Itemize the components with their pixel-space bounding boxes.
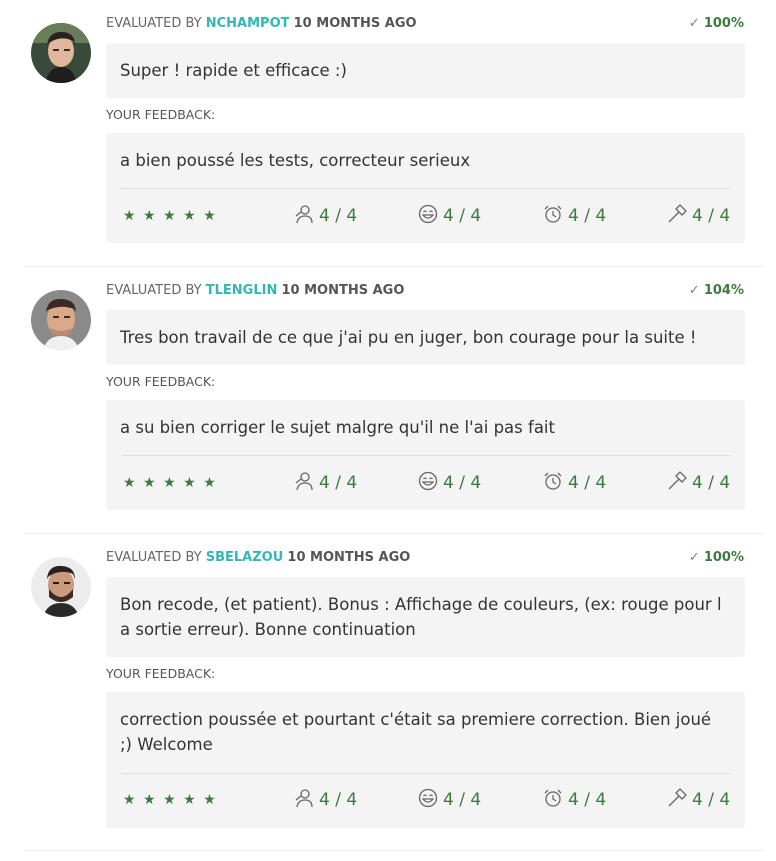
person-icon: [295, 472, 313, 491]
person-icon: [295, 789, 313, 808]
rating-friendly: 4 / 4: [418, 788, 481, 812]
evaluator-comment: Bon recode, (et patient). Bonus : Affich…: [106, 577, 745, 657]
rating-punctual-value: 4 / 4: [568, 206, 607, 226]
final-mark: ✓ 104%: [689, 283, 744, 299]
rating-punctual: 4 / 4: [543, 788, 606, 812]
rating-rigorous: 4 / 4: [667, 204, 730, 228]
your-feedback-label: YOUR FEEDBACK:: [106, 666, 216, 681]
rating-nice-value: 4 / 4: [319, 206, 358, 226]
check-circle-icon: ✓: [688, 283, 700, 298]
final-mark-value: 100%: [703, 16, 744, 31]
rating-friendly-value: 4 / 4: [443, 473, 482, 493]
star-rating: ★★★★★: [123, 792, 224, 808]
evaluator-comment: Super ! rapide et efficace :): [106, 43, 745, 98]
star-rating: ★★★★★: [123, 208, 224, 224]
evaluator-comment: Tres bon travail de ce que j'ai pu en ju…: [106, 310, 745, 365]
final-mark-value: 104%: [703, 283, 744, 298]
rating-rigorous: 4 / 4: [667, 788, 730, 812]
rating-rigorous-value: 4 / 4: [692, 473, 731, 493]
your-feedback-label: YOUR FEEDBACK:: [106, 107, 216, 122]
feedback-box: correction poussée et pourtant c'était s…: [106, 692, 745, 828]
avatar[interactable]: [31, 23, 91, 83]
evaluator-login-link[interactable]: NCHAMPOT: [206, 16, 290, 31]
check-circle-icon: ✓: [688, 16, 700, 31]
feedback-ratings: ★★★★★ 4 / 4 4 / 4 4 / 4 4 / 4: [106, 204, 745, 228]
feedback-text: correction poussée et pourtant c'était s…: [120, 710, 712, 754]
feedback-ratings: ★★★★★ 4 / 4 4 / 4 4 / 4 4 / 4: [106, 471, 745, 495]
your-feedback-label: YOUR FEEDBACK:: [106, 374, 216, 389]
evaluation-header: EVALUATED BY TLENGLIN 10 MONTHS AGO: [106, 283, 746, 299]
rating-rigorous-value: 4 / 4: [692, 790, 731, 810]
evaluation-header: EVALUATED BY SBELAZOU 10 MONTHS AGO: [106, 550, 746, 566]
rating-punctual: 4 / 4: [543, 204, 606, 228]
feedback-text: a su bien corriger le sujet malgre qu'il…: [120, 418, 555, 437]
rating-punctual: 4 / 4: [543, 471, 606, 495]
evaluator-login-link[interactable]: TLENGLIN: [206, 283, 278, 298]
evaluation-time: 10 MONTHS AGO: [287, 550, 411, 565]
alarm-clock-icon: [544, 789, 562, 807]
rating-punctual-value: 4 / 4: [568, 473, 607, 493]
hammer-icon: [668, 471, 687, 490]
evaluated-by-label: EVALUATED BY: [106, 283, 202, 298]
avatar[interactable]: [31, 290, 91, 350]
rating-friendly-value: 4 / 4: [443, 206, 482, 226]
hammer-icon: [668, 204, 687, 223]
feedback-text: a bien poussé les tests, correcteur seri…: [120, 151, 471, 170]
rating-friendly: 4 / 4: [418, 471, 481, 495]
rating-nice: 4 / 4: [294, 788, 357, 812]
evaluated-by-label: EVALUATED BY: [106, 550, 202, 565]
check-circle-icon: ✓: [688, 550, 700, 565]
evaluator-comment-text: Tres bon travail de ce que j'ai pu en ju…: [120, 328, 697, 347]
evaluator-comment-text: Super ! rapide et efficace :): [120, 61, 347, 80]
divider: [24, 850, 764, 851]
final-mark-value: 100%: [703, 550, 744, 565]
smiley-icon: [418, 471, 438, 491]
divider: [121, 455, 730, 456]
rating-nice: 4 / 4: [294, 204, 357, 228]
evaluated-by-label: EVALUATED BY: [106, 16, 202, 31]
rating-rigorous: 4 / 4: [667, 471, 730, 495]
evaluation-card: EVALUATED BY TLENGLIN 10 MONTHS AGO ✓ 104…: [0, 267, 776, 533]
rating-friendly: 4 / 4: [418, 204, 481, 228]
alarm-clock-icon: [544, 205, 562, 223]
final-mark: ✓ 100%: [689, 16, 744, 32]
person-icon: [295, 205, 313, 224]
rating-punctual-value: 4 / 4: [568, 790, 607, 810]
rating-rigorous-value: 4 / 4: [692, 206, 731, 226]
avatar[interactable]: [31, 557, 91, 617]
smiley-icon: [418, 204, 438, 224]
feedback-box: a su bien corriger le sujet malgre qu'il…: [106, 400, 745, 510]
smiley-icon: [418, 788, 438, 808]
evaluator-login-link[interactable]: SBELAZOU: [206, 550, 284, 565]
rating-nice-value: 4 / 4: [319, 790, 358, 810]
evaluation-card: EVALUATED BY NCHAMPOT 10 MONTHS AGO ✓ 100…: [0, 0, 776, 266]
feedback-box: a bien poussé les tests, correcteur seri…: [106, 133, 745, 243]
evaluation-header: EVALUATED BY NCHAMPOT 10 MONTHS AGO: [106, 16, 746, 32]
evaluation-time: 10 MONTHS AGO: [293, 16, 417, 31]
feedback-ratings: ★★★★★ 4 / 4 4 / 4 4 / 4 4 / 4: [106, 788, 745, 812]
final-mark: ✓ 100%: [689, 550, 744, 566]
rating-friendly-value: 4 / 4: [443, 790, 482, 810]
evaluation-card: EVALUATED BY SBELAZOU 10 MONTHS AGO ✓ 100…: [0, 534, 776, 852]
evaluation-time: 10 MONTHS AGO: [281, 283, 405, 298]
rating-nice-value: 4 / 4: [319, 473, 358, 493]
star-rating: ★★★★★: [123, 475, 224, 491]
alarm-clock-icon: [544, 472, 562, 490]
rating-nice: 4 / 4: [294, 471, 357, 495]
divider: [121, 188, 730, 189]
hammer-icon: [668, 788, 687, 807]
evaluator-comment-text: Bon recode, (et patient). Bonus : Affich…: [120, 595, 722, 639]
divider: [121, 773, 730, 774]
